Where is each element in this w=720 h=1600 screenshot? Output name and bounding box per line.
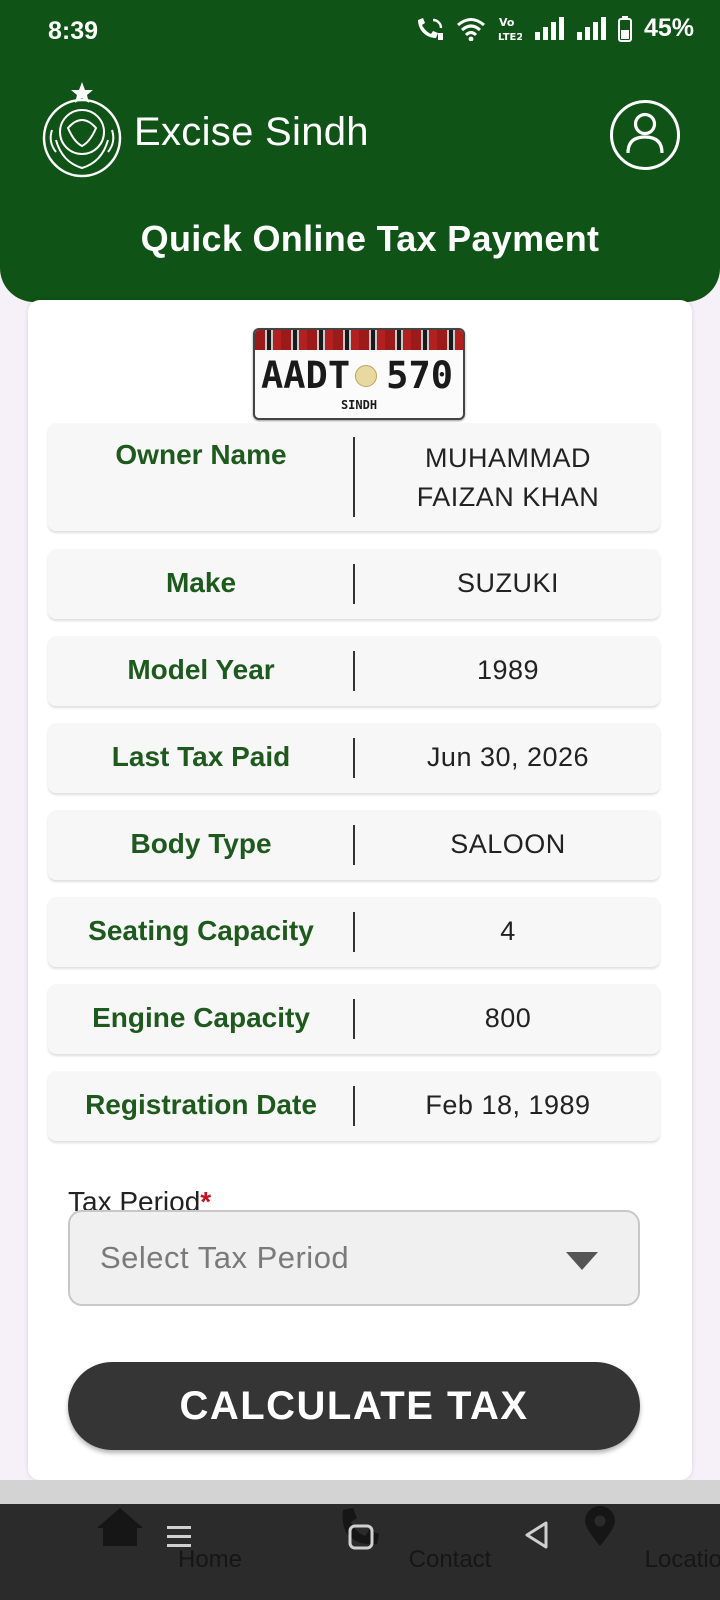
detail-value: MUHAMMAD FAIZAN KHAN — [416, 443, 600, 512]
detail-row-registration-date: Registration Date Feb 18, 1989 — [48, 1071, 660, 1141]
row-divider — [353, 564, 355, 604]
user-icon — [625, 111, 665, 160]
nav-label: Location — [644, 1546, 720, 1573]
battery-icon — [617, 15, 632, 42]
detail-value: SALOON — [450, 829, 566, 859]
detail-label: Make — [165, 567, 237, 598]
row-divider — [353, 437, 355, 517]
app-title: Excise Sindh — [134, 109, 369, 154]
row-divider — [353, 651, 355, 691]
app-header: 8:39 Vo LTE2 45% Excise Sindh Quick Onli… — [0, 0, 720, 302]
volte-icon: Vo LTE2 — [498, 15, 522, 43]
detail-value: SUZUKI — [456, 568, 559, 598]
plate-number: 570 — [386, 354, 453, 397]
svg-text:LTE2: LTE2 — [498, 32, 522, 43]
status-time: 8:39 — [48, 17, 99, 45]
number-plate: AADT 570 SINDH — [253, 328, 465, 420]
detail-row-engine-capacity: Engine Capacity 800 — [48, 984, 660, 1054]
svg-text:Vo: Vo — [499, 16, 515, 29]
row-divider — [353, 1086, 355, 1126]
calculate-tax-button[interactable]: CALCULATE TAX — [68, 1362, 640, 1450]
detail-label: Engine Capacity — [92, 1002, 310, 1033]
wifi-call-icon — [414, 16, 444, 42]
row-divider — [353, 999, 355, 1039]
battery-percent: 45% — [643, 14, 694, 42]
plate-pattern-band — [255, 330, 463, 350]
brand: Excise Sindh — [38, 80, 369, 178]
bottom-strip — [0, 1480, 720, 1504]
caret-down-icon — [566, 1252, 598, 1275]
detail-row-owner-name: Owner Name MUHAMMAD FAIZAN KHAN — [48, 423, 660, 531]
wifi-icon — [456, 17, 486, 41]
home-system-icon[interactable] — [348, 1524, 374, 1555]
detail-value: 800 — [484, 1003, 532, 1033]
profile-button[interactable] — [610, 100, 680, 170]
detail-value: Feb 18, 1989 — [425, 1090, 591, 1120]
signal-icon — [576, 16, 606, 41]
detail-value: 1989 — [476, 655, 540, 685]
plate-emblem-icon — [355, 365, 377, 387]
row-divider — [353, 825, 355, 865]
bottom-nav: Home Contact Location — [0, 1504, 720, 1600]
detail-row-seating-capacity: Seating Capacity 4 — [48, 897, 660, 967]
detail-row-make: Make SUZUKI — [48, 549, 660, 619]
detail-label: Model Year — [127, 654, 275, 685]
plate-letters: AADT — [261, 354, 351, 397]
signal-icon — [534, 16, 564, 41]
recent-apps-icon[interactable] — [166, 1524, 194, 1555]
status-icons: Vo LTE2 45% — [414, 14, 694, 43]
detail-row-last-tax-paid: Last Tax Paid Jun 30, 2026 — [48, 723, 660, 793]
detail-row-model-year: Model Year 1989 — [48, 636, 660, 706]
row-divider — [353, 912, 355, 952]
detail-label: Body Type — [130, 828, 272, 859]
detail-row-body-type: Body Type SALOON — [48, 810, 660, 880]
detail-label: Registration Date — [85, 1089, 317, 1120]
sindh-emblem-logo — [38, 80, 126, 178]
vehicle-details-card: AADT 570 SINDH Owner Name MUHAMMAD FAIZA… — [28, 300, 692, 1480]
detail-value: Jun 30, 2026 — [426, 742, 590, 772]
detail-value: 4 — [500, 916, 516, 946]
tax-period-select[interactable]: Select Tax Period — [68, 1210, 640, 1306]
status-bar: 8:39 Vo LTE2 45% — [0, 0, 720, 62]
back-icon[interactable] — [524, 1520, 550, 1555]
plate-region: SINDH — [340, 398, 378, 412]
detail-label: Owner Name — [115, 439, 287, 470]
detail-label: Seating Capacity — [88, 915, 314, 946]
tax-period-placeholder: Select Tax Period — [100, 1240, 350, 1275]
page-title: Quick Online Tax Payment — [140, 218, 600, 259]
row-divider — [353, 738, 355, 778]
detail-label: Last Tax Paid — [111, 741, 291, 772]
